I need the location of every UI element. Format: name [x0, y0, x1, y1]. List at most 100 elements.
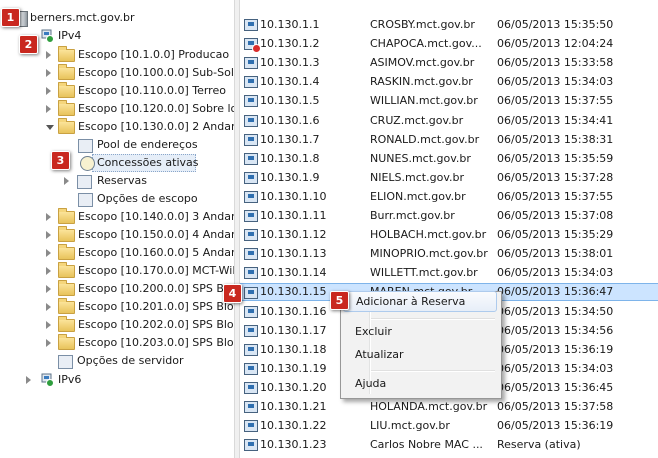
expand-arrow-icon[interactable]	[46, 285, 51, 293]
lease-expiry-cell: 06/05/2013 15:35:50	[497, 18, 614, 31]
lease-ip-cell: 10.130.1.2	[260, 37, 320, 51]
expand-arrow-icon[interactable]	[46, 321, 51, 329]
expand-arrow-icon[interactable]	[64, 177, 69, 185]
expand-arrow-icon[interactable]	[46, 213, 51, 221]
scope-label: Escopo [10.202.0.0] SPS Bloco	[78, 318, 247, 331]
expand-arrow-icon[interactable]	[46, 303, 51, 311]
leases-clock-icon	[80, 156, 95, 171]
pool-icon	[78, 139, 93, 153]
lease-computer-icon	[244, 324, 258, 337]
lease-ip-cell: 10.130.1.8	[260, 151, 320, 165]
table-row[interactable]: 10.130.1.23 Carlos Nobre MAC ... Reserva (…	[240, 436, 658, 454]
expand-arrow-icon[interactable]	[46, 231, 51, 239]
expand-arrow-icon[interactable]	[46, 267, 51, 275]
scope-label: Escopo [10.200.0.0] SPS Bloco	[78, 282, 247, 295]
table-row[interactable]: 10.130.1.8 NUNES.mct.gov.br 06/05/2013 15:…	[240, 150, 658, 168]
lease-ip-cell: 10.130.1.10	[260, 189, 327, 203]
table-row[interactable]: 10.130.1.14 WILLETT.mct.gov.br 06/05/2013 …	[240, 264, 658, 282]
step-badge-3: 3	[51, 151, 70, 170]
lease-expiry-cell: 06/05/2013 15:35:59	[497, 151, 614, 165]
folder-icon	[58, 316, 75, 332]
lease-name-cell: CROSBY.mct.gov.br	[370, 18, 475, 31]
lease-name-cell: HOLBACH.mct.gov.br	[370, 228, 487, 242]
lease-name-cell: Burr.mct.gov.br	[370, 209, 455, 222]
lease-ip-cell: 10.130.1.23	[260, 438, 327, 452]
folder-icon	[58, 100, 75, 116]
lease-computer-icon	[244, 19, 258, 31]
lease-expiry-cell: 06/05/2013 15:33:58	[497, 56, 614, 70]
ipv6-label: IPv6	[58, 373, 82, 386]
lease-expiry-cell: 06/05/2013 15:35:29	[497, 228, 614, 242]
lease-expiry-cell: 06/05/2013 15:37:28	[497, 170, 614, 184]
table-row[interactable]: 10.130.1.13 MINOPRIO.mct.gov.br 06/05/2013…	[240, 245, 658, 263]
lease-ip-cell: 10.130.1.6	[260, 113, 320, 127]
lease-name-cell: MINOPRIO.mct.gov.br	[370, 247, 488, 261]
lease-expiry-cell: 06/05/2013 15:34:56	[497, 323, 614, 337]
menu-item-delete[interactable]: Excluir	[343, 321, 497, 342]
scope-options-icon	[78, 193, 93, 207]
table-row[interactable]: 10.130.1.10 ELION.mct.gov.br 06/05/2013 15…	[240, 188, 658, 206]
pool-label: Pool de endereços	[97, 138, 198, 151]
expand-arrow-icon[interactable]	[46, 249, 51, 257]
table-row[interactable]: 10.130.1.5 WILLIAN.mct.gov.br 06/05/2013 1…	[240, 92, 658, 110]
lease-ip-cell: 10.130.1.20	[260, 380, 327, 394]
collapse-arrow-icon[interactable]	[46, 125, 54, 130]
context-menu: Adicionar à Reserva Excluir Atualizar Aj…	[340, 291, 502, 399]
lease-ip-cell: 10.130.1.19	[260, 361, 327, 375]
lease-expiry-cell: 06/05/2013 15:36:47	[497, 285, 614, 299]
menu-item-refresh[interactable]: Atualizar	[343, 344, 497, 365]
console-tree: berners.mct.gov.br IPv4 Escopo [10.1.0.0…	[0, 0, 247, 458]
menu-separator	[371, 318, 495, 320]
folder-icon	[58, 82, 75, 98]
lease-ip-cell: 10.130.1.12	[260, 228, 327, 242]
table-row[interactable]: 10.130.1.3 ASIMOV.mct.gov.br 06/05/2013 15…	[240, 54, 658, 72]
scope-label: Escopo [10.140.0.0] 3 Andar	[78, 210, 236, 223]
table-row[interactable]: 10.130.1.9 NIELS.mct.gov.br 06/05/2013 15:…	[240, 169, 658, 187]
lease-computer-icon	[244, 190, 258, 203]
menu-item-add-reservation[interactable]: Adicionar à Reserva	[343, 291, 497, 312]
lease-ip-cell: 10.130.1.3	[260, 56, 320, 70]
lease-computer-icon	[244, 439, 258, 452]
table-row[interactable]: 10.130.1.1 CROSBY.mct.gov.br 06/05/2013 15…	[240, 16, 658, 34]
lease-computer-icon	[244, 57, 258, 70]
table-row[interactable]: 10.130.1.4 RASKIN.mct.gov.br 06/05/2013 15…	[240, 73, 658, 91]
lease-ip-cell: 10.130.1.7	[260, 132, 320, 146]
table-row[interactable]: 10.130.1.2 CHAPOCA.mct.gov... 06/05/2013 1…	[240, 35, 658, 54]
menu-item-help[interactable]: Ajuda	[343, 373, 497, 394]
lease-name-cell: Carlos Nobre MAC ...	[370, 438, 483, 452]
table-row[interactable]: 10.130.1.21 HOLANDA.mct.gov.br 06/05/2013 …	[240, 398, 658, 416]
table-row[interactable]: 10.130.1.12 HOLBACH.mct.gov.br 06/05/2013 …	[240, 226, 658, 244]
table-row[interactable]: 10.130.1.7 RONALD.mct.gov.br 06/05/2013 15…	[240, 131, 658, 149]
lease-name-cell: NIELS.mct.gov.br	[370, 170, 464, 184]
lease-name-cell: CRUZ.mct.gov.br	[370, 113, 464, 127]
lease-computer-icon	[244, 362, 258, 375]
table-row[interactable]: 10.130.1.22 LIU.mct.gov.br 06/05/2013 15:3…	[240, 417, 658, 435]
lease-expiry-cell: 06/05/2013 15:37:08	[497, 209, 614, 222]
expand-arrow-icon[interactable]	[46, 339, 51, 347]
table-row[interactable]: 10.130.1.6 CRUZ.mct.gov.br 06/05/2013 15:3…	[240, 112, 658, 130]
lease-ip-cell: 10.130.1.11	[260, 209, 327, 222]
folder-icon	[58, 46, 75, 62]
menu-item-label: Ajuda	[355, 377, 387, 390]
lease-ip-cell: 10.130.1.22	[260, 419, 327, 433]
expand-arrow-icon[interactable]	[46, 105, 51, 113]
scope-label: Escopo [10.170.0.0] MCT-WiF	[78, 264, 239, 277]
expand-arrow-icon[interactable]	[26, 376, 31, 384]
server-options-icon	[58, 355, 73, 369]
table-row[interactable]: 10.130.1.11 Burr.mct.gov.br 06/05/2013 15:…	[240, 207, 658, 225]
lease-name-cell: CHAPOCA.mct.gov...	[370, 37, 482, 51]
lease-name-cell: RONALD.mct.gov.br	[370, 132, 480, 146]
lease-expiry-cell: 06/05/2013 15:34:03	[497, 361, 614, 375]
step-badge-5: 5	[330, 291, 349, 310]
lease-ip-cell: 10.130.1.18	[260, 342, 327, 356]
expand-arrow-icon[interactable]	[46, 69, 51, 77]
folder-icon	[58, 334, 75, 350]
lease-name-cell: WILLETT.mct.gov.br	[370, 266, 478, 280]
scope-label: Escopo [10.1.0.0] Producao	[78, 48, 230, 61]
lease-computer-icon	[244, 401, 258, 413]
lease-expiry-cell: 06/05/2013 15:34:03	[497, 266, 614, 280]
lease-expiry-cell: 06/05/2013 15:38:01	[497, 247, 614, 261]
expand-arrow-icon[interactable]	[46, 51, 51, 59]
expand-arrow-icon[interactable]	[46, 87, 51, 95]
lease-expiry-cell: 06/05/2013 15:37:55	[497, 94, 614, 108]
